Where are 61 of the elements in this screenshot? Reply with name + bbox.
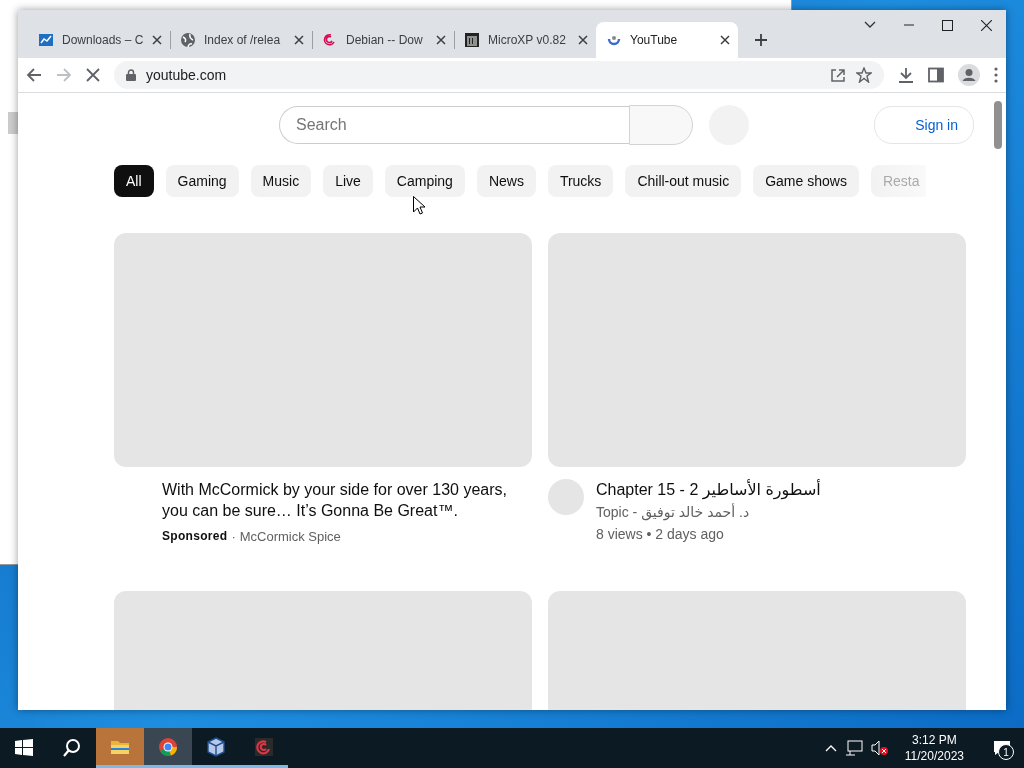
filter-chip[interactable]: Music	[250, 165, 312, 197]
side-panel-icon[interactable]	[928, 67, 944, 83]
filter-chip[interactable]: Trucks	[547, 165, 614, 197]
clock[interactable]: 3:12 PM 11/20/2023	[904, 732, 964, 764]
back-icon[interactable]	[26, 67, 42, 83]
start-icon[interactable]	[14, 738, 34, 758]
browser-tab[interactable]: MicroXP v0.82	[454, 22, 596, 58]
close-icon[interactable]	[981, 19, 992, 31]
video-stats: 8 views • 2 days ago	[596, 525, 725, 544]
cursor-icon	[413, 196, 425, 215]
filter-chip[interactable]: Chill-out music	[625, 165, 742, 197]
dot-separator: ·	[231, 529, 236, 544]
chart-icon	[38, 32, 54, 48]
building-icon	[464, 32, 480, 48]
filter-chip[interactable]: Game shows	[753, 165, 859, 197]
share-icon[interactable]	[830, 67, 846, 83]
close-icon[interactable]	[294, 35, 304, 45]
lock-icon	[126, 69, 136, 81]
notification-count: 1	[998, 744, 1014, 760]
scrollbar-thumb[interactable]	[994, 101, 1002, 149]
globe-icon	[180, 32, 196, 48]
star-icon[interactable]	[856, 67, 872, 83]
sign-in-button[interactable]: Sign in	[874, 106, 974, 144]
close-icon[interactable]	[436, 35, 446, 45]
clock-date: 11/20/2023	[904, 748, 964, 764]
stop-icon[interactable]	[86, 68, 100, 82]
filter-chip[interactable]: Camping	[384, 165, 465, 197]
sponsored-label: Sponsored	[162, 529, 228, 544]
filter-chip[interactable]: Live	[323, 165, 373, 197]
speaker-muted-icon[interactable]	[870, 740, 889, 756]
cube-icon[interactable]	[206, 736, 226, 757]
maximize-icon[interactable]	[942, 19, 953, 31]
browser-tab[interactable]: Debian -- Dow	[312, 22, 454, 58]
close-icon[interactable]	[720, 35, 730, 45]
video-title[interactable]: Chapter 15 - 2 أسطورة الأساطير	[596, 479, 821, 500]
download-icon[interactable]	[898, 67, 914, 83]
address-bar[interactable]: youtube.com	[114, 61, 884, 89]
close-icon[interactable]	[152, 35, 162, 45]
menu-icon[interactable]	[994, 67, 998, 83]
filter-chip[interactable]: Gaming	[165, 165, 239, 197]
chevron-up-icon[interactable]	[824, 744, 837, 752]
advertiser-name[interactable]: McCormick Spice	[239, 529, 341, 544]
search-field[interactable]: Search	[279, 106, 629, 144]
channel-name[interactable]: Topic - د. أحمد خالد توفيق	[596, 502, 821, 522]
browser-tab[interactable]: YouTube	[596, 22, 738, 58]
profile-icon[interactable]	[958, 64, 980, 86]
network-icon[interactable]	[844, 740, 863, 756]
scrollbar-thumb	[8, 112, 18, 134]
search-icon[interactable]	[62, 738, 82, 758]
new-tab-icon[interactable]	[754, 33, 768, 47]
browser-tab[interactable]: Downloads – C	[28, 22, 170, 58]
clock-time: 3:12 PM	[912, 732, 957, 748]
swirl-app-icon[interactable]	[254, 736, 274, 757]
chrome-icon[interactable]	[158, 736, 178, 757]
ad-title[interactable]: With McCormick by your side for over 130 years, you can be sure… It’s Gonna Be Great™.	[162, 479, 532, 521]
browser-tab[interactable]: Index of /relea	[170, 22, 312, 58]
filter-chip[interactable]: News	[476, 165, 536, 197]
chevron-icon[interactable]	[864, 21, 876, 29]
filter-chip[interactable]: All	[114, 165, 154, 197]
close-icon[interactable]	[578, 35, 588, 45]
swirl-icon	[322, 32, 338, 48]
